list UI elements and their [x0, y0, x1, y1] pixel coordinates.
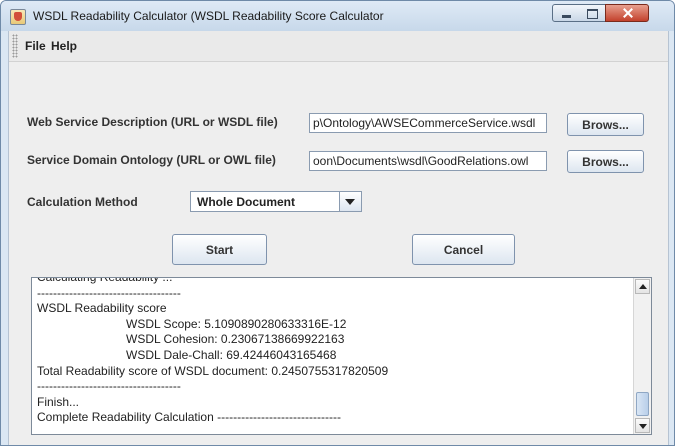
output-line: ------------------------------------: [37, 285, 181, 300]
wsdl-path-input[interactable]: p\Ontology\AWSECommerceService.wsdl: [309, 113, 547, 133]
output-line: Complete Readability Calculation -------…: [37, 410, 341, 425]
owl-browse-button[interactable]: Brows...: [567, 150, 644, 173]
scrollbar-thumb[interactable]: [636, 392, 649, 416]
wsdl-label: Web Service Description (URL or WSDL fil…: [27, 115, 278, 129]
window-title: WSDL Readability Calculator (WSDL Readab…: [33, 9, 384, 23]
maximize-icon[interactable]: [579, 4, 606, 22]
output-line: WSDL Scope: 5.1090890280633316E-12: [126, 316, 347, 331]
calculation-method-value: Whole Document: [197, 195, 295, 209]
menu-bar: File Help: [9, 31, 668, 62]
output-line: Calculating Readability ...: [37, 277, 173, 284]
output-line: Finish...: [37, 394, 80, 409]
output-line: WSDL Dale-Chall: 69.42446043165468: [126, 347, 337, 362]
output-lines: Calculating Readability ... ------------…: [37, 277, 627, 426]
output-line: WSDL Readability score: [37, 301, 167, 316]
vertical-scrollbar[interactable]: [633, 278, 651, 434]
menu-file[interactable]: File: [25, 39, 46, 53]
toolbar-grip-icon: [12, 34, 18, 58]
scroll-down-icon[interactable]: [635, 418, 650, 433]
java-cup-icon[interactable]: [10, 9, 26, 25]
close-icon[interactable]: [605, 4, 649, 22]
title-bar[interactable]: WSDL Readability Calculator (WSDL Readab…: [1, 1, 674, 31]
owl-label: Service Domain Ontology (URL or OWL file…: [27, 153, 276, 167]
minimize-icon[interactable]: [552, 4, 580, 22]
output-line: ------------------------------------: [37, 379, 181, 394]
owl-path-input[interactable]: oon\Documents\wsdl\GoodRelations.owl: [309, 151, 547, 171]
output-line: WSDL Cohesion: 0.23067138669922163: [126, 332, 345, 347]
chevron-down-icon[interactable]: [339, 192, 361, 211]
cancel-button[interactable]: Cancel: [412, 234, 515, 265]
calculation-method-select[interactable]: Whole Document: [190, 191, 362, 212]
scroll-up-icon[interactable]: [635, 279, 650, 294]
menu-help[interactable]: Help: [51, 39, 77, 53]
client-area: File Help Web Service Description (URL o…: [8, 31, 669, 445]
start-button[interactable]: Start: [172, 234, 267, 265]
app-window: WSDL Readability Calculator (WSDL Readab…: [0, 0, 675, 446]
output-text-area[interactable]: Calculating Readability ... ------------…: [31, 277, 652, 435]
output-line: Total Readability score of WSDL document…: [37, 363, 389, 378]
method-label: Calculation Method: [27, 195, 138, 209]
wsdl-browse-button[interactable]: Brows...: [567, 113, 644, 136]
